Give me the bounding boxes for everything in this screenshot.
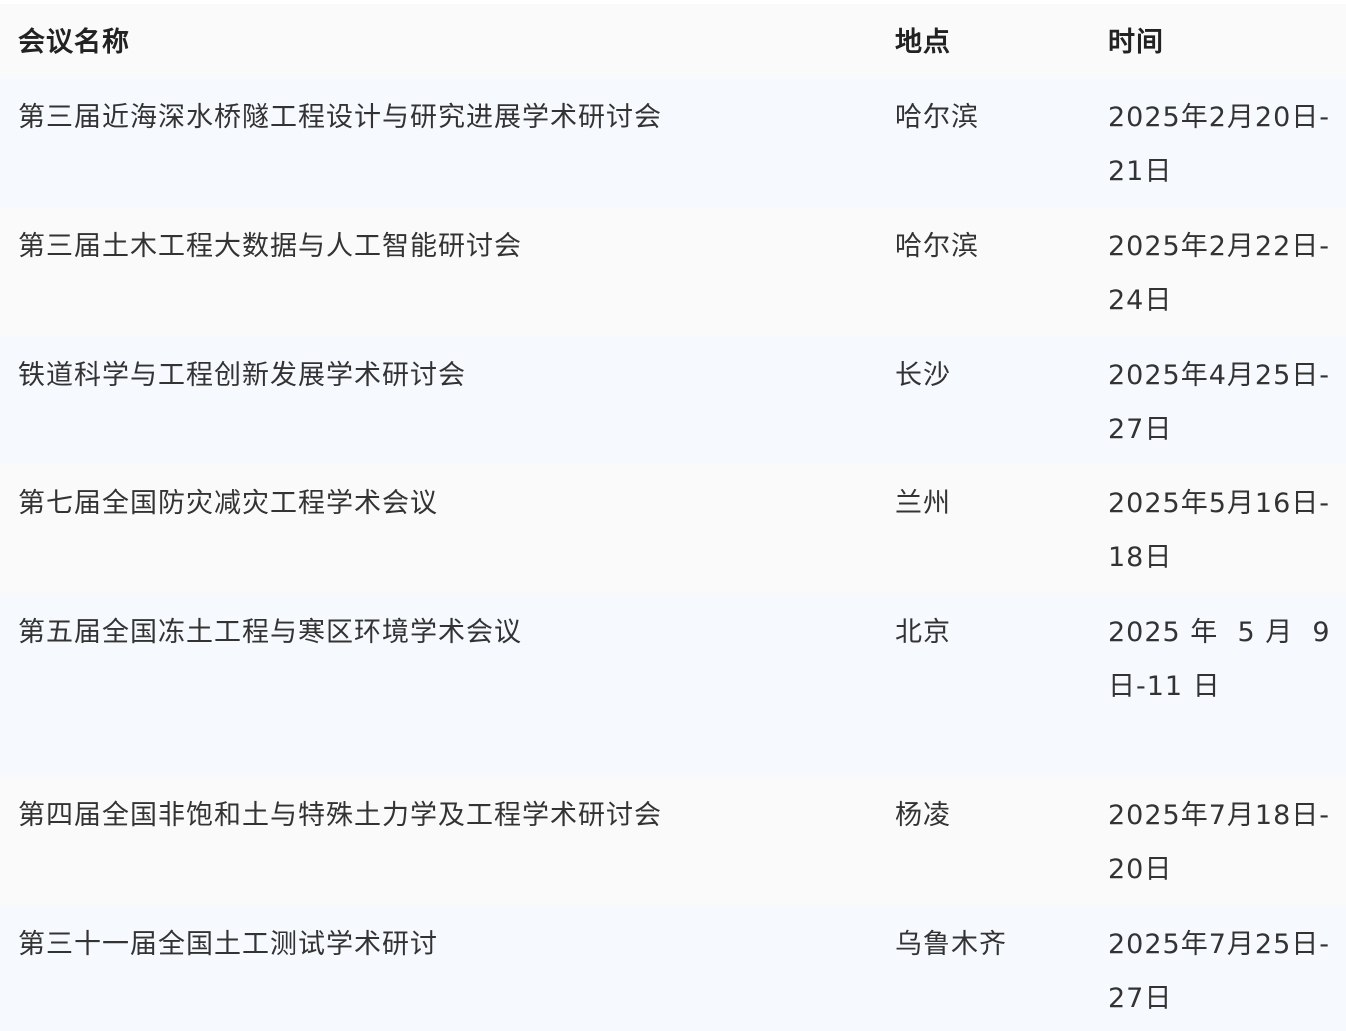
table-row: 第三届土木工程大数据与人工智能研讨会 哈尔滨 2025年2月22日-24日 [0,207,1346,336]
conference-time: 2025年5月16日-18日 [1108,488,1330,573]
conference-name: 第三届土木工程大数据与人工智能研讨会 [18,231,522,262]
conference-table: 会议名称 地点 时间 第三届近海深水桥隧工程设计与研究进展学术研讨会 哈尔滨 2… [0,4,1346,1031]
conference-name: 铁道科学与工程创新发展学术研讨会 [18,360,466,391]
conference-place: 杨凌 [895,800,951,831]
header-place: 地点 [895,27,951,58]
conference-time-line1: 2025 年 5 月 9 [1108,617,1331,648]
conference-place: 乌鲁木齐 [895,929,1007,960]
conference-time: 2025年4月25日-27日 [1108,360,1330,445]
table-header-row: 会议名称 地点 时间 [0,4,1346,78]
table-row: 第五届全国冻土工程与寒区环境学术会议 北京 2025 年 5 月 9 日-11 … [0,593,1346,776]
conference-time-line2: 日-11 日 [1108,671,1221,702]
conference-name: 第三届近海深水桥隧工程设计与研究进展学术研讨会 [18,102,662,133]
header-time: 时间 [1108,27,1164,58]
conference-name: 第四届全国非饱和土与特殊土力学及工程学术研讨会 [18,800,662,831]
conference-name: 第三十一届全国土工测试学术研讨 [18,929,438,960]
table-row: 第三十一届全国土工测试学术研讨 乌鲁木齐 2025年7月25日-27日 [0,905,1346,1031]
table-row: 铁道科学与工程创新发展学术研讨会 长沙 2025年4月25日-27日 [0,336,1346,464]
conference-place: 哈尔滨 [895,231,979,262]
conference-time: 2025年2月20日-21日 [1108,102,1330,187]
conference-name: 第七届全国防灾减灾工程学术会议 [18,488,438,519]
conference-place: 长沙 [895,360,951,391]
header-name: 会议名称 [18,27,130,58]
conference-time: 2025年7月18日-20日 [1108,800,1330,885]
conference-name: 第五届全国冻土工程与寒区环境学术会议 [18,617,522,648]
conference-time: 2025年7月25日-27日 [1108,929,1330,1014]
table-row: 第四届全国非饱和土与特殊土力学及工程学术研讨会 杨凌 2025年7月18日-20… [0,776,1346,905]
table-row: 第七届全国防灾减灾工程学术会议 兰州 2025年5月16日-18日 [0,464,1346,593]
conference-place: 哈尔滨 [895,102,979,133]
conference-place: 兰州 [895,488,951,519]
conference-place: 北京 [895,617,951,648]
conference-time: 2025年2月22日-24日 [1108,231,1330,316]
table-row: 第三届近海深水桥隧工程设计与研究进展学术研讨会 哈尔滨 2025年2月20日-2… [0,78,1346,207]
